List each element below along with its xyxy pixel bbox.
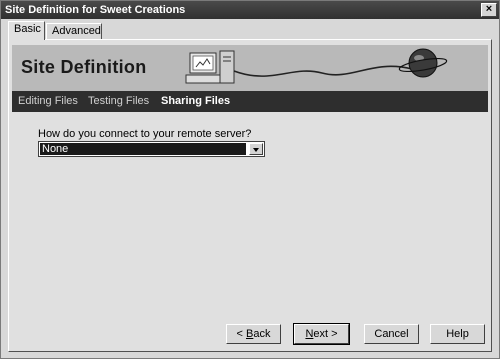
connection-method-value: None xyxy=(40,143,246,155)
back-prefix: < xyxy=(236,328,246,340)
chevron-down-icon[interactable] xyxy=(249,143,263,155)
connection-question-label: How do you connect to your remote server… xyxy=(38,128,252,140)
back-rest: ack xyxy=(253,328,271,340)
help-button[interactable]: Help xyxy=(430,324,485,344)
step-testing-files[interactable]: Testing Files xyxy=(88,95,149,107)
wizard-steps: Editing Files Testing Files Sharing File… xyxy=(12,91,488,112)
back-button[interactable]: < Back xyxy=(226,324,281,344)
site-definition-dialog: Site Definition for Sweet Creations × Ba… xyxy=(0,0,500,359)
step-sharing-files[interactable]: Sharing Files xyxy=(161,95,230,107)
computer-icon xyxy=(185,50,235,84)
tab-advanced[interactable]: Advanced xyxy=(46,23,102,40)
cancel-button[interactable]: Cancel xyxy=(364,324,419,344)
step-editing-files[interactable]: Editing Files xyxy=(18,95,78,107)
tab-panel: Site Definition Editing Files Testing Fi… xyxy=(8,39,492,352)
window-title: Site Definition for Sweet Creations xyxy=(5,4,186,16)
next-button[interactable]: Next > xyxy=(293,323,350,345)
close-button[interactable]: × xyxy=(481,3,497,17)
wizard-banner: Site Definition xyxy=(12,45,488,91)
globe-icon xyxy=(398,48,448,78)
banner-title: Site Definition xyxy=(21,57,147,77)
title-bar: Site Definition for Sweet Creations × xyxy=(1,1,499,19)
next-rest: ext > xyxy=(313,328,338,340)
banner-art xyxy=(185,48,448,84)
connection-method-select[interactable]: None xyxy=(38,141,265,157)
tab-basic[interactable]: Basic xyxy=(8,21,45,40)
